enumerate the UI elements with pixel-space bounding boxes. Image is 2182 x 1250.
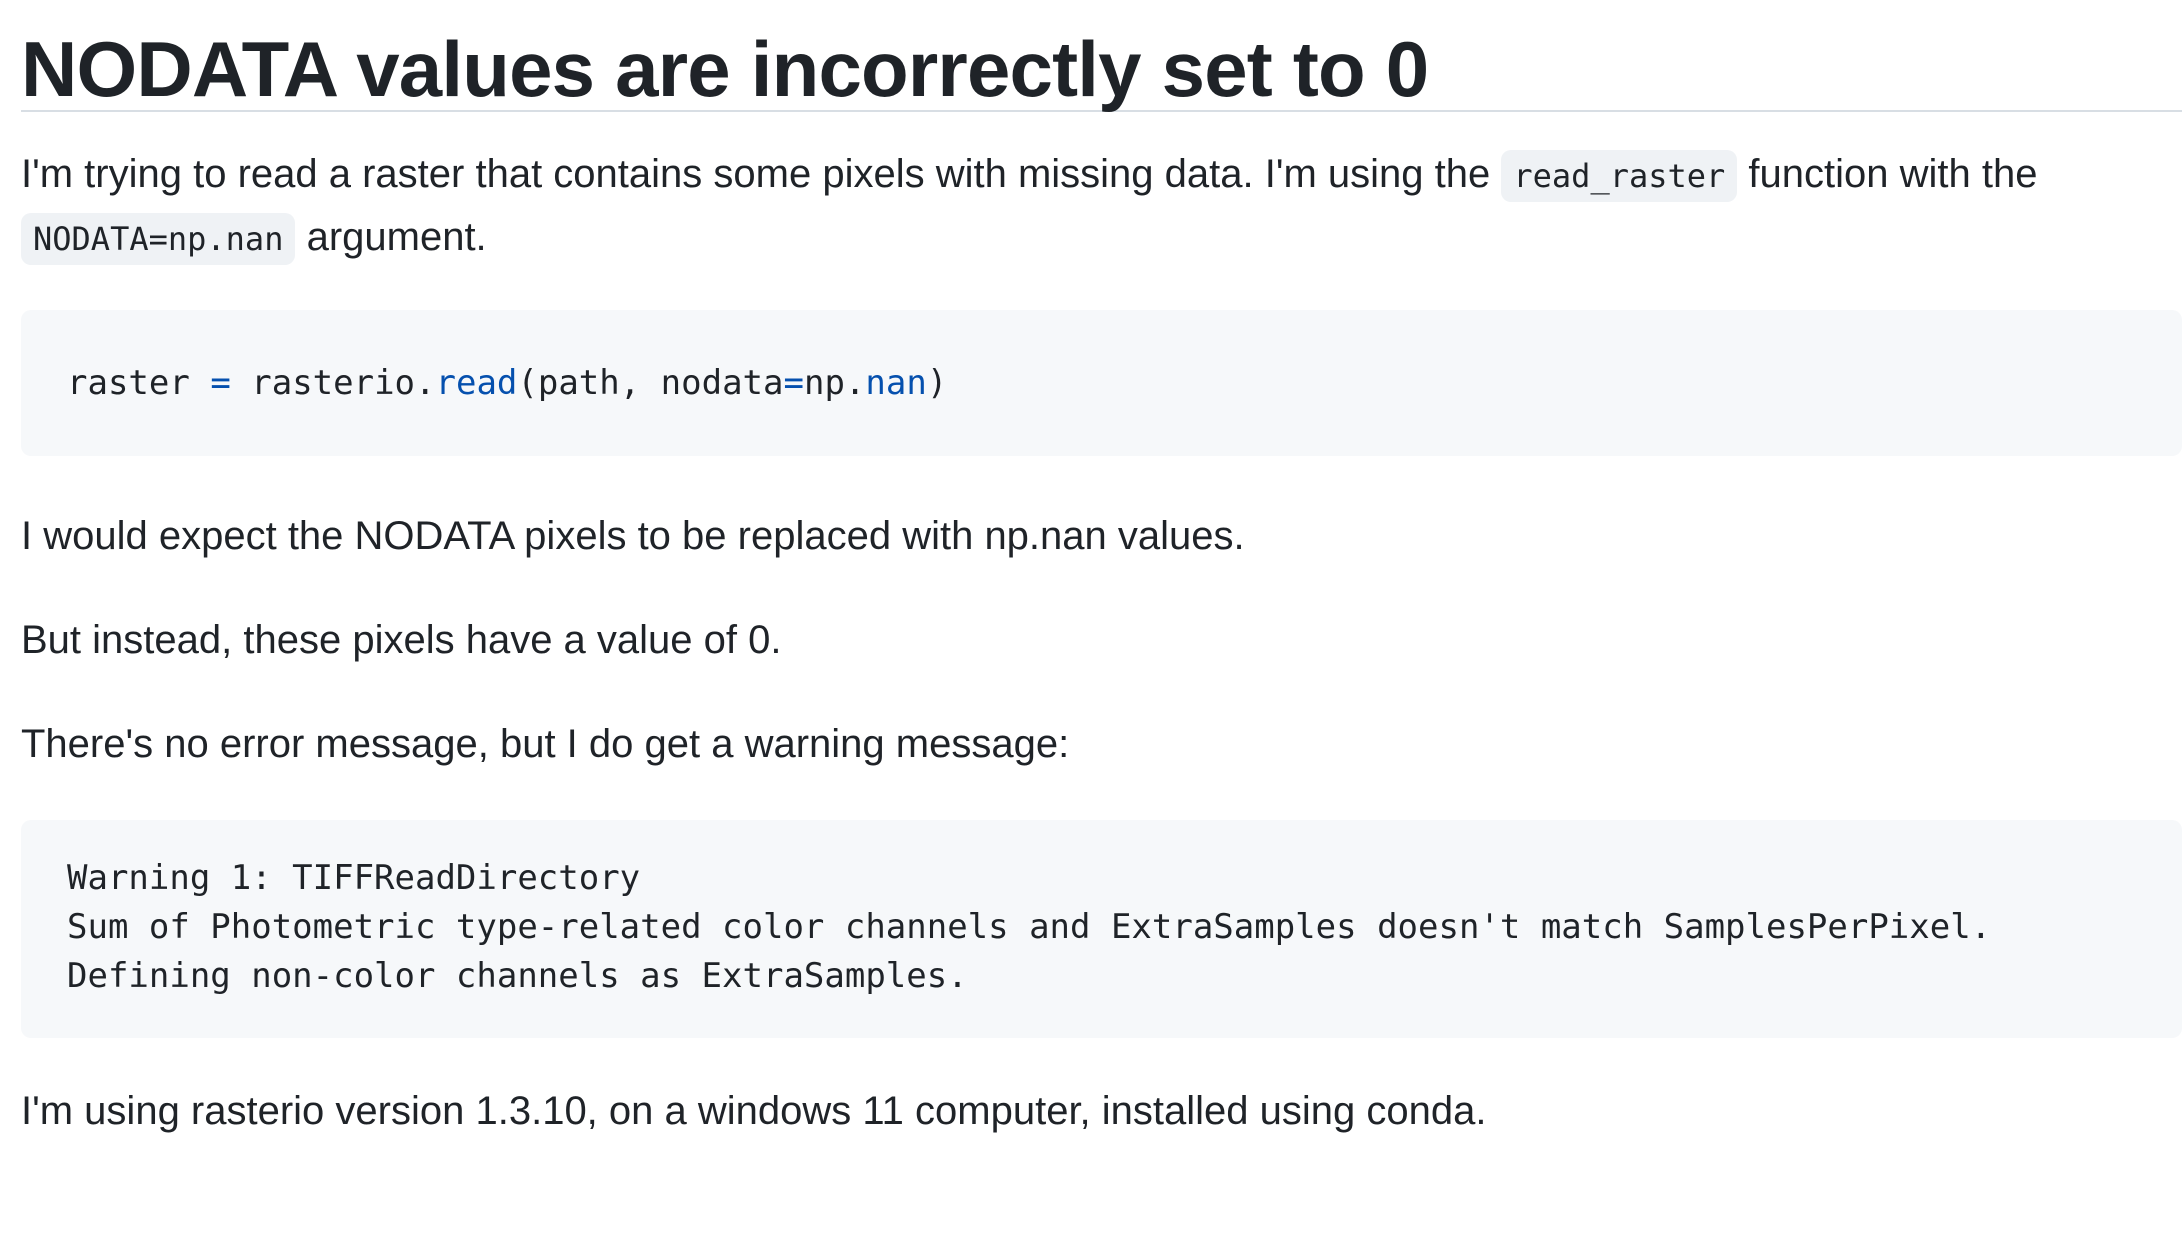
- intro-paragraph: I'm trying to read a raster that contain…: [21, 144, 2182, 270]
- code-line: Warning 1: TIFFReadDirectory: [67, 858, 641, 898]
- version-paragraph: I'm using rasterio version 1.3.10, on a …: [21, 1089, 1487, 1133]
- intro-text-1: I'm trying to read a raster that contain…: [21, 152, 1502, 196]
- code-line: Defining non-color channels as ExtraSamp…: [67, 956, 968, 996]
- code-token: (path, nodata: [517, 363, 784, 403]
- code-token: raster: [67, 363, 190, 403]
- intro-text-3: argument.: [295, 215, 487, 259]
- code-line: Sum of Photometric type-related color ch…: [67, 907, 1992, 947]
- code-token: np.: [803, 363, 866, 403]
- code-block-warning[interactable]: Warning 1: TIFFReadDirectory Sum of Photo…: [21, 820, 2182, 1038]
- page-title: NODATA values are incorrectly set to 0: [21, 0, 2182, 113]
- code-operator: =: [783, 363, 804, 403]
- instead-paragraph: But instead, these pixels have a value o…: [21, 618, 782, 662]
- code-token: ): [926, 363, 948, 403]
- code-operator: =: [210, 363, 231, 403]
- code-block-raster-read[interactable]: raster = rasterio.read(path, nodata=np.n…: [21, 310, 2182, 456]
- inline-code-read-raster: read_raster: [1501, 150, 1738, 202]
- code-attr-nan: nan: [865, 363, 927, 403]
- inline-code-nodata: NODATA=np.nan: [21, 213, 296, 265]
- code-token: rasterio.: [230, 363, 436, 403]
- error-paragraph: There's no error message, but I do get a…: [21, 722, 1070, 766]
- intro-text-2: function with the: [1737, 152, 2038, 196]
- expect-paragraph: I would expect the NODATA pixels to be r…: [21, 514, 1245, 558]
- code-function-read: read: [435, 363, 518, 403]
- issue-body: NODATA values are incorrectly set to 0 I…: [21, 0, 2182, 1142]
